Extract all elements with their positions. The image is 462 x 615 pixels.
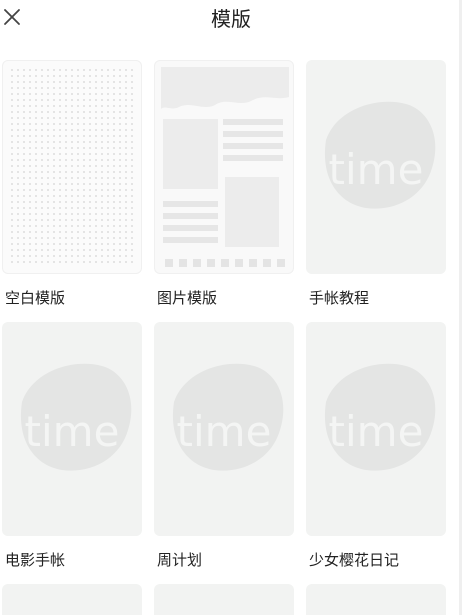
template-label: 电影手帐 [5,551,66,569]
loading-placeholder-icon: time [20,363,132,471]
template-thumbnail [154,60,294,274]
template-label: 图片模版 [157,289,218,307]
template-thumbnail [154,584,294,615]
loading-placeholder-icon: time [172,363,284,471]
photo-layout-preview [161,67,289,267]
template-label: 少女樱花日记 [309,551,400,569]
template-thumbnail [306,584,446,615]
template-label: 手帐教程 [309,289,370,307]
template-thumbnail: time [154,322,294,536]
template-thumbnail [2,60,142,274]
template-label: 周计划 [157,551,203,569]
dot-grid-pattern [9,67,135,267]
template-thumbnail: time [306,322,446,536]
template-grid: 空白模版 图片模版 time 手帐教程 time 电影手帐 time 周计划 t… [0,0,462,615]
watermark-text: time [329,145,424,194]
template-label: 空白模版 [5,289,66,307]
template-card-partial[interactable] [2,584,142,615]
template-card-partial[interactable] [306,584,446,615]
loading-placeholder-icon: time [324,101,436,209]
template-thumbnail: time [2,322,142,536]
watermark-text: time [25,407,120,456]
template-thumbnail: time [306,60,446,274]
loading-placeholder-icon: time [324,363,436,471]
template-card-partial[interactable] [154,584,294,615]
watermark-text: time [177,407,272,456]
template-thumbnail [2,584,142,615]
watermark-text: time [329,407,424,456]
